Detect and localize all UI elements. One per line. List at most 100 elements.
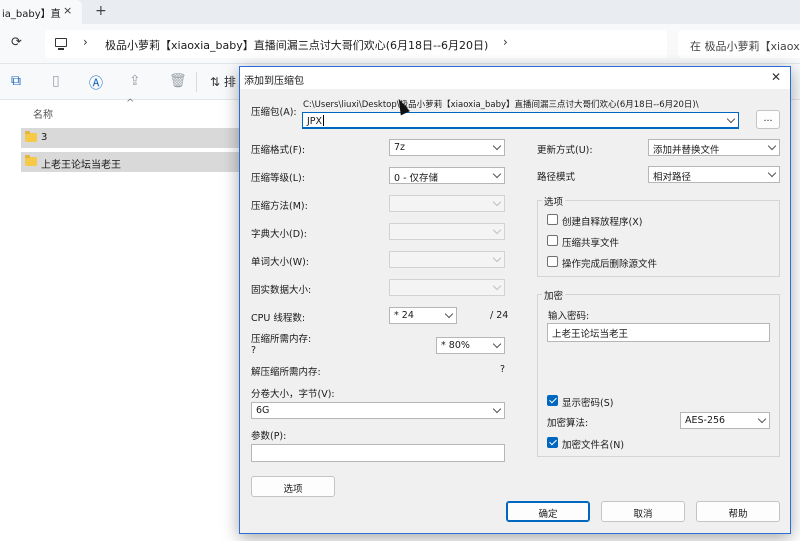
solid-label: 固实数据大小:: [251, 285, 312, 296]
share-icon[interactable]: ⇪: [129, 73, 141, 89]
shared-label: 压缩共享文件: [562, 238, 620, 249]
ok-button[interactable]: 确定: [506, 501, 590, 522]
delete-icon[interactable]: 🗑: [169, 73, 187, 89]
computer-icon: [55, 38, 67, 50]
params-label: 参数(P):: [251, 431, 287, 442]
browse-button[interactable]: ...: [756, 110, 780, 129]
method-select: [389, 195, 505, 212]
new-tab-button[interactable]: +: [95, 3, 107, 19]
update-value: 添加并替换文件: [653, 145, 720, 156]
solid-select: [389, 279, 505, 296]
cpu-threads-select[interactable]: * 24: [389, 307, 457, 324]
refresh-icon[interactable]: ⟳: [11, 35, 22, 50]
dict-label: 字典大小(D):: [251, 229, 307, 240]
chevron-down-icon: [492, 281, 502, 291]
address-box[interactable]: › 极品小萝莉【xiaoxia_baby】直播间漏三点讨大哥们欢心(6月18日-…: [45, 30, 667, 58]
shared-checkbox[interactable]: [547, 235, 558, 246]
mem-comp-label: 压缩所需内存:: [251, 334, 312, 345]
update-label: 更新方式(U):: [537, 145, 593, 156]
archive-name-combo[interactable]: JPX: [302, 112, 739, 129]
chevron-down-icon: [492, 253, 502, 263]
level-select[interactable]: 0 - 仅存储: [389, 167, 505, 184]
options-button[interactable]: 选项: [251, 476, 335, 497]
chevron-down-icon: [757, 414, 767, 424]
word-select: [389, 251, 505, 268]
address-bar: ⟳ › 极品小萝莉【xiaoxia_baby】直播间漏三点讨大哥们欢心(6月18…: [0, 24, 800, 64]
format-value: 7z: [394, 142, 406, 153]
show-password-label: 显示密码(S): [562, 398, 614, 409]
chevron-down-icon: [492, 225, 502, 235]
rename-icon[interactable]: Ⓐ: [89, 73, 103, 93]
update-mode-select[interactable]: 添加并替换文件: [648, 139, 780, 156]
cpu-value: * 24: [394, 310, 414, 321]
dict-select: [389, 223, 505, 240]
show-password-checkbox[interactable]: [547, 395, 558, 406]
chevron-right-icon[interactable]: ›: [503, 35, 508, 49]
delete-source-checkbox[interactable]: [547, 256, 558, 267]
chevron-down-icon: [767, 168, 777, 178]
archive-label: 压缩包(A):: [251, 107, 297, 118]
encryption-method-select[interactable]: AES-256: [680, 412, 770, 429]
chevron-down-icon: [492, 404, 502, 414]
dialog-title: 添加到压缩包: [244, 76, 304, 87]
cancel-button[interactable]: 取消: [601, 501, 685, 522]
sort-button[interactable]: ⇅ 排: [210, 73, 236, 90]
enc-method-value: AES-256: [685, 415, 726, 426]
split-value: 6G: [256, 405, 270, 416]
file-name: 上老王论坛当老王: [41, 160, 121, 171]
folder-icon: [25, 131, 37, 142]
close-icon[interactable]: ×: [63, 4, 72, 17]
browser-tab[interactable]: ia_baby】直 ×: [0, 0, 82, 24]
chevron-down-icon[interactable]: [726, 114, 736, 124]
copy-icon[interactable]: ⧉: [11, 73, 21, 89]
breadcrumb[interactable]: 极品小萝莉【xiaoxia_baby】直播间漏三点讨大哥们欢心(6月18日--6…: [105, 37, 488, 53]
column-header-name[interactable]: 名称: [33, 106, 53, 121]
encrypt-names-checkbox[interactable]: [547, 437, 558, 448]
add-to-archive-dialog: 添加到压缩包 ✕ 压缩包(A): C:\Users\liuxi\Desktop\…: [239, 66, 791, 534]
list-item[interactable]: 上老王论坛当老王: [21, 152, 251, 172]
level-label: 压缩等级(L):: [251, 173, 305, 184]
tab-bar: ia_baby】直 × +: [0, 0, 800, 24]
path-mode-select[interactable]: 相对路径: [648, 166, 780, 183]
mem-decomp-question: ?: [500, 364, 506, 375]
password-value: 上老王论坛当老王: [552, 329, 629, 340]
chevron-right-icon[interactable]: ›: [83, 35, 88, 49]
cpu-label: CPU 线程数:: [251, 313, 306, 324]
format-label: 压缩格式(F):: [251, 145, 306, 156]
split-volume-select[interactable]: 6G: [251, 402, 505, 419]
sfx-label: 创建自释放程序(X): [562, 217, 643, 228]
sfx-checkbox[interactable]: [547, 214, 558, 225]
mem-comp-question: ?: [251, 345, 257, 356]
password-label: 输入密码:: [548, 311, 590, 322]
list-item[interactable]: 3: [21, 128, 251, 148]
split-label: 分卷大小，字节(V):: [251, 389, 335, 400]
search-input[interactable]: 在 极品小萝莉【xiaox: [678, 30, 800, 58]
chevron-down-icon: [444, 309, 454, 319]
enc-method-label: 加密算法:: [547, 418, 589, 429]
close-icon[interactable]: ✕: [771, 70, 781, 84]
text-cursor: [323, 115, 325, 126]
word-label: 单词大小(W):: [251, 257, 310, 268]
cpu-total: / 24: [490, 310, 509, 321]
chevron-down-icon: [492, 339, 502, 349]
archive-name: JPX: [307, 116, 323, 127]
password-input[interactable]: 上老王论坛当老王: [547, 323, 770, 342]
help-button[interactable]: 帮助: [696, 501, 780, 522]
level-value: 0 - 仅存储: [394, 173, 439, 184]
encrypt-names-label: 加密文件名(N): [562, 440, 625, 451]
sort-icon: ⇅: [210, 75, 224, 89]
path-mode-value: 相对路径: [653, 172, 692, 183]
options-group-title: 选项: [542, 194, 566, 208]
toolbar-divider: [196, 72, 197, 92]
memory-usage-select[interactable]: * 80%: [436, 337, 505, 354]
mem-decomp-label: 解压缩所需内存:: [251, 367, 321, 378]
paste-icon[interactable]: ▯: [52, 73, 60, 89]
delete-source-label: 操作完成后删除源文件: [562, 259, 658, 270]
file-name: 3: [41, 132, 48, 143]
params-input[interactable]: [251, 444, 505, 462]
mem-comp-value: * 80%: [441, 340, 470, 351]
path-mode-label: 路径模式: [537, 172, 576, 183]
chevron-down-icon: [492, 197, 502, 207]
format-select[interactable]: 7z: [389, 139, 505, 156]
dialog-title-bar: 添加到压缩包 ✕: [240, 67, 790, 89]
